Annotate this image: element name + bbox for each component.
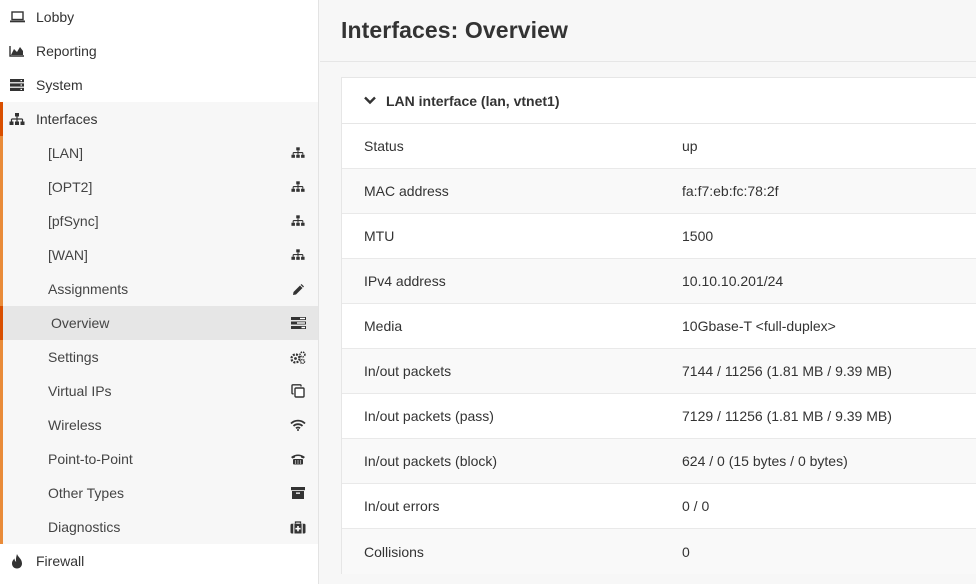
sidebar-item-virtual-ips[interactable]: Virtual IPs — [3, 374, 318, 408]
table-row: MTU 1500 — [342, 214, 976, 259]
sidebar-item-other-types[interactable]: Other Types — [3, 476, 318, 510]
row-key: MTU — [364, 228, 395, 244]
pencil-icon — [290, 282, 306, 296]
sidebar-item-point-to-point[interactable]: Point-to-Point — [3, 442, 318, 476]
sidebar-item-label: Diagnostics — [48, 519, 121, 535]
sidebar-item-settings[interactable]: Settings — [3, 340, 318, 374]
clone-icon — [290, 384, 306, 398]
row-value: 624 / 0 (15 bytes / 0 bytes) — [682, 453, 848, 469]
row-value: 10.10.10.201/24 — [682, 273, 784, 289]
sidebar-item-label: System — [36, 77, 83, 93]
chevron-down-icon — [364, 96, 378, 106]
sidebar-item-label: Wireless — [48, 417, 102, 433]
sidebar-item-label: Lobby — [36, 9, 75, 25]
table-row: In/out errors 0 / 0 — [342, 484, 976, 529]
row-value: 7129 / 11256 (1.81 MB / 9.39 MB) — [682, 408, 892, 424]
sidebar-item-diagnostics[interactable]: Diagnostics — [3, 510, 318, 544]
tasks-icon — [290, 316, 306, 330]
row-key: In/out packets — [364, 363, 452, 379]
table-row: Media 10Gbase-T <full-duplex> — [342, 304, 976, 349]
sidebar-item-label: Firewall — [36, 553, 85, 569]
gears-icon — [290, 350, 306, 364]
sidebar-item-label: Reporting — [36, 43, 97, 59]
row-key: In/out packets (pass) — [364, 408, 494, 424]
sidebar-item-label: Settings — [48, 349, 99, 365]
sidebar-item-lan[interactable]: [LAN] — [3, 136, 318, 170]
sidebar-item-label: [OPT2] — [48, 179, 93, 195]
sidebar-item-interfaces[interactable]: Interfaces — [0, 102, 318, 136]
row-key: In/out packets (block) — [364, 453, 498, 469]
table-row: MAC address fa:f7:eb:fc:78:2f — [342, 169, 976, 214]
table-row: IPv4 address 10.10.10.201/24 — [342, 259, 976, 304]
panel-heading: LAN interface (lan, vtnet1) — [386, 92, 560, 109]
sidebar-item-wan[interactable]: [WAN] — [3, 238, 318, 272]
sidebar-item-label: Assignments — [48, 281, 129, 297]
server-icon — [8, 78, 26, 92]
medkit-icon — [290, 520, 306, 534]
row-key: Media — [364, 318, 403, 334]
row-value: 0 — [682, 543, 690, 560]
sidebar-item-label: [pfSync] — [48, 213, 99, 229]
sitemap-icon — [290, 146, 306, 160]
sidebar-item-label: Interfaces — [36, 111, 98, 127]
table-row: Status up — [342, 124, 976, 169]
sidebar-item-label: Point-to-Point — [48, 451, 133, 467]
fire-icon — [8, 553, 26, 568]
row-value: 10Gbase-T <full-duplex> — [682, 318, 836, 334]
row-key: Status — [364, 138, 404, 154]
sidebar-item-label: [LAN] — [48, 145, 84, 161]
sidebar-item-lobby[interactable]: Lobby — [0, 0, 318, 34]
wifi-icon — [290, 418, 306, 432]
sidebar-item-assignments[interactable]: Assignments — [3, 272, 318, 306]
row-key: In/out errors — [364, 498, 440, 514]
sidebar-item-label: [WAN] — [48, 247, 88, 263]
laptop-icon — [8, 10, 26, 24]
sidebar-item-opt2[interactable]: [OPT2] — [3, 170, 318, 204]
sidebar-item-system[interactable]: System — [0, 68, 318, 102]
page-header: Interfaces: Overview — [320, 0, 976, 62]
table-row: In/out packets (pass) 7129 / 11256 (1.81… — [342, 394, 976, 439]
interface-panel: LAN interface (lan, vtnet1) Status up MA… — [341, 77, 976, 574]
row-value: 1500 — [682, 228, 714, 244]
sitemap-icon — [290, 214, 306, 228]
sitemap-icon — [290, 248, 306, 262]
area-chart-icon — [8, 44, 26, 58]
row-value: up — [682, 138, 698, 154]
row-key: MAC address — [364, 183, 449, 199]
phone-icon — [290, 452, 306, 466]
sidebar-item-label: Overview — [51, 315, 110, 331]
main-content: Interfaces: Overview LAN interface (lan,… — [320, 0, 976, 584]
panel-toggle[interactable]: LAN interface (lan, vtnet1) — [342, 78, 976, 124]
sidebar-item-overview[interactable]: Overview — [0, 306, 318, 340]
sidebar-item-wireless[interactable]: Wireless — [3, 408, 318, 442]
archive-icon — [290, 486, 306, 500]
table-row: In/out packets (block) 624 / 0 (15 bytes… — [342, 439, 976, 484]
sitemap-icon — [8, 112, 26, 126]
row-value: fa:f7:eb:fc:78:2f — [682, 183, 779, 199]
sitemap-icon — [290, 180, 306, 194]
row-value: 7144 / 11256 (1.81 MB / 9.39 MB) — [682, 363, 892, 379]
table-row: Collisions 0 — [342, 529, 976, 574]
details-table: Status up MAC address fa:f7:eb:fc:78:2f … — [342, 124, 976, 574]
sidebar: Lobby Reporting System Interfaces [LAN] — [0, 0, 319, 584]
sidebar-item-reporting[interactable]: Reporting — [0, 34, 318, 68]
row-key: IPv4 address — [364, 273, 446, 289]
sidebar-item-label: Virtual IPs — [48, 383, 112, 399]
row-value: 0 / 0 — [682, 498, 710, 514]
sidebar-item-pfsync[interactable]: [pfSync] — [3, 204, 318, 238]
page-title: Interfaces: Overview — [341, 17, 569, 43]
interfaces-submenu: [LAN] [OPT2] [pfSync] [WAN] Assignments … — [0, 136, 318, 544]
sidebar-item-firewall[interactable]: Firewall — [0, 544, 318, 578]
app-window: Lobby Reporting System Interfaces [LAN] — [0, 0, 976, 584]
table-row: In/out packets 7144 / 11256 (1.81 MB / 9… — [342, 349, 976, 394]
row-key: Collisions — [364, 543, 424, 560]
sidebar-item-label: Other Types — [48, 485, 125, 501]
